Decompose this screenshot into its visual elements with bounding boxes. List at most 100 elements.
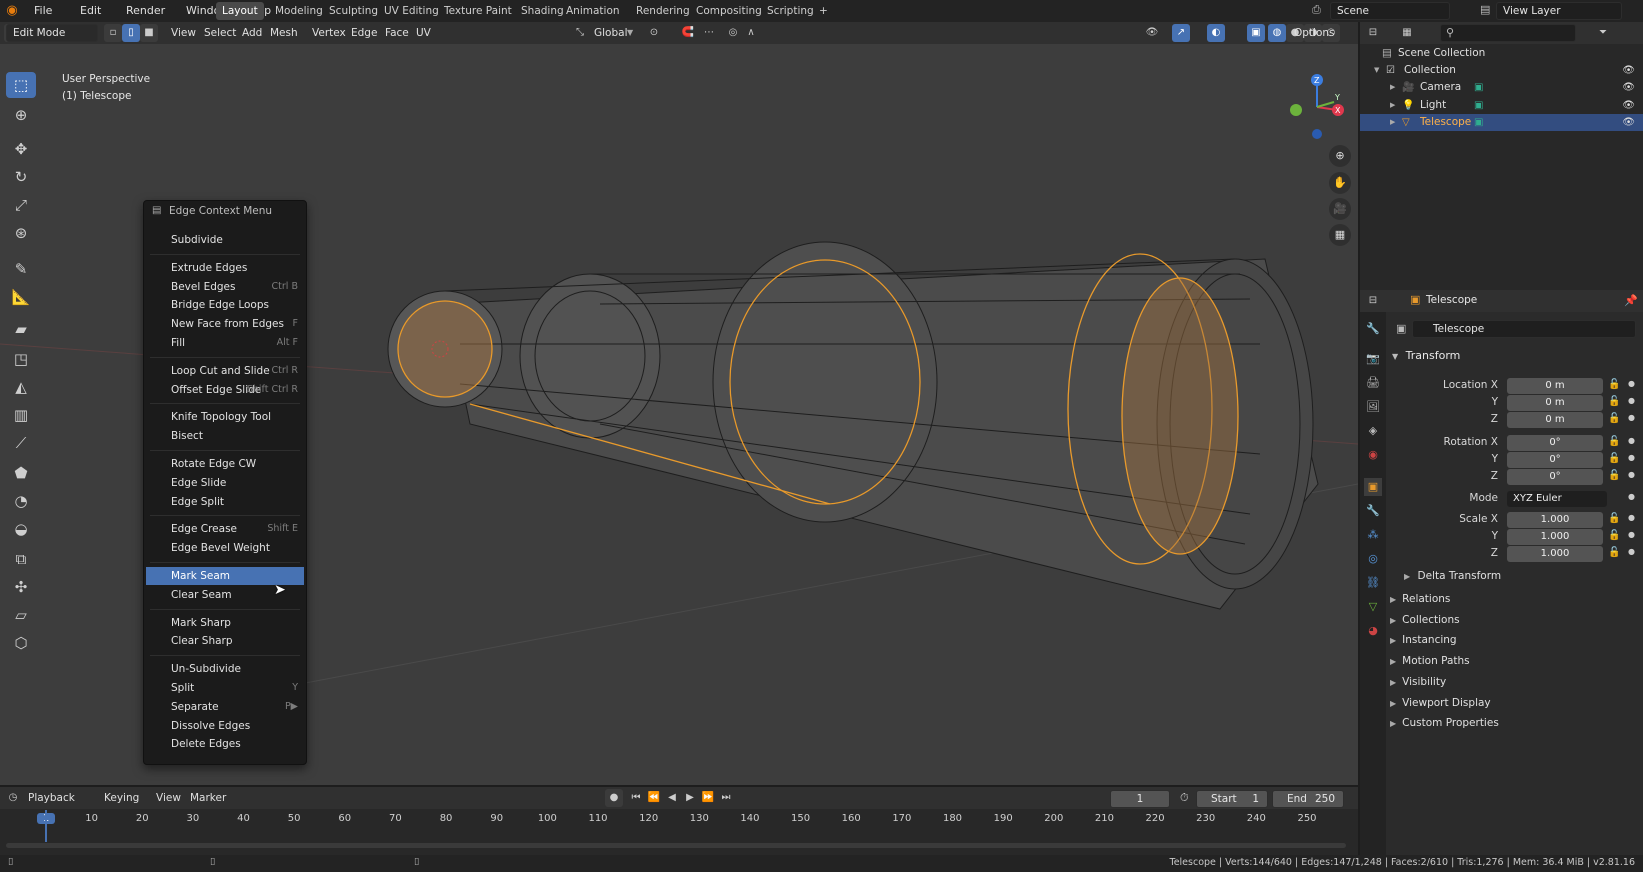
menu-item-loop-cut-and-slide[interactable]: Loop Cut and Slide Ctrl R xyxy=(146,362,304,380)
chevron-right-icon[interactable]: ▶ xyxy=(1390,79,1395,96)
orientation-icon[interactable]: ⤡ xyxy=(571,24,589,42)
lock-icon[interactable]: 🔓 xyxy=(1608,396,1620,407)
vertex-select-icon[interactable]: ▫ xyxy=(104,24,122,42)
scene-field[interactable]: Scene xyxy=(1330,2,1450,20)
menu-render[interactable]: Render xyxy=(126,0,165,22)
timeline-menu-marker[interactable]: Marker xyxy=(186,789,230,807)
workspace-tab-+[interactable]: + xyxy=(813,2,834,20)
menu-item-bisect[interactable]: Bisect xyxy=(146,427,304,445)
viewport-menu-face[interactable]: Face xyxy=(381,24,413,42)
bevel-tool-icon[interactable]: ◭ xyxy=(6,374,36,400)
wireframe-shading-icon[interactable]: ◍ xyxy=(1268,24,1286,42)
keyframe-dot-icon[interactable]: ● xyxy=(1628,379,1635,388)
chevron-right-icon[interactable]: ▶ xyxy=(1390,97,1395,114)
timeline-menu-playback[interactable]: Playback xyxy=(24,789,79,807)
cursor-tool-icon[interactable]: ⊕ xyxy=(6,102,36,128)
menu-item-subdivide[interactable]: Subdivide xyxy=(146,231,304,249)
scene-icon[interactable]: ⎙ xyxy=(1312,3,1321,17)
current-frame-field[interactable]: 1 xyxy=(1110,790,1170,808)
lock-icon[interactable]: 🔓 xyxy=(1608,530,1620,541)
record-icon[interactable]: ● xyxy=(605,789,623,807)
annotate-tool-icon[interactable]: ✎ xyxy=(6,256,36,282)
panel-instancing[interactable]: ▶ Instancing xyxy=(1390,631,1635,650)
ortho-toggle-icon[interactable]: ▦ xyxy=(1329,224,1351,246)
rotate-tool-icon[interactable]: ↻ xyxy=(6,164,36,190)
viewport-menu-uv[interactable]: UV xyxy=(412,24,435,42)
viewport-menu-mesh[interactable]: Mesh xyxy=(266,24,302,42)
menu-item-split[interactable]: Split Y xyxy=(146,679,304,697)
pin-icon[interactable]: 📌 xyxy=(1624,294,1638,307)
rotation-mode-select[interactable]: XYZ Euler xyxy=(1507,491,1607,507)
workspace-tab-animation[interactable]: Animation xyxy=(560,2,626,20)
panel-visibility[interactable]: ▶ Visibility xyxy=(1390,673,1635,692)
smooth-tool-icon[interactable]: ◒ xyxy=(6,516,36,542)
material-tab-icon[interactable]: ◕ xyxy=(1364,622,1382,640)
menu-item-new-face-from-edges[interactable]: New Face from Edges F xyxy=(146,315,304,333)
chevron-right-icon[interactable]: ▶ xyxy=(1390,114,1395,131)
poly-build-tool-icon[interactable]: ⬟ xyxy=(6,460,36,486)
transform-panel-header[interactable]: ▼ Transform xyxy=(1392,346,1636,366)
blender-logo-icon[interactable]: ◉ xyxy=(4,3,20,19)
measure-tool-icon[interactable]: 📐 xyxy=(6,284,36,310)
outliner-search-input[interactable] xyxy=(1440,24,1576,42)
keyframe-dot-icon[interactable]: ● xyxy=(1628,547,1635,556)
loop-cut-tool-icon[interactable]: ▥ xyxy=(6,402,36,428)
outliner-item-light[interactable]: ▶ 💡 Light ▣ 👁 xyxy=(1360,97,1643,114)
face-select-icon[interactable]: ■ xyxy=(140,24,158,42)
panel-custom-properties[interactable]: ▶ Custom Properties xyxy=(1390,714,1635,733)
workspace-tab-sculpting[interactable]: Sculpting xyxy=(323,2,384,20)
menu-file[interactable]: File xyxy=(34,0,52,22)
zoom-icon[interactable]: ⊕ xyxy=(1329,145,1351,167)
property-value-field[interactable]: 0° xyxy=(1507,435,1603,451)
eye-icon[interactable]: 👁 xyxy=(1622,79,1635,96)
keyframe-dot-icon[interactable]: ● xyxy=(1628,470,1635,479)
display-mode-icon[interactable]: ▦ xyxy=(1398,24,1416,42)
edge-select-icon[interactable]: ▯ xyxy=(122,24,140,42)
move-tool-icon[interactable]: ✥ xyxy=(6,136,36,162)
menu-item-knife-topology-tool[interactable]: Knife Topology Tool xyxy=(146,408,304,426)
constraint-tab-icon[interactable]: ⛓ xyxy=(1364,574,1382,592)
select-box-tool-icon[interactable]: ⬚ xyxy=(6,72,36,98)
play-reverse-icon[interactable]: ◀ xyxy=(663,789,681,807)
menu-item-fill[interactable]: Fill Alt F xyxy=(146,334,304,352)
xray-icon[interactable]: ▣ xyxy=(1247,24,1265,42)
menu-item-mark-sharp[interactable]: Mark Sharp xyxy=(146,614,304,632)
panel-viewport-display[interactable]: ▶ Viewport Display xyxy=(1390,694,1635,713)
workspace-tab-uv-editing[interactable]: UV Editing xyxy=(378,2,445,20)
menu-item-extrude-edges[interactable]: Extrude Edges xyxy=(146,259,304,277)
property-value-field[interactable]: 0 m xyxy=(1507,412,1603,428)
pivot-icon[interactable]: ⊙ xyxy=(645,24,663,42)
outliner-editor-icon[interactable]: ⊟ xyxy=(1364,24,1382,42)
menu-item-edge-bevel-weight[interactable]: Edge Bevel Weight xyxy=(146,539,304,557)
keyframe-dot-icon[interactable]: ● xyxy=(1628,530,1635,539)
overlay-icon[interactable]: ◐ xyxy=(1207,24,1225,42)
property-value-field[interactable]: 0 m xyxy=(1507,378,1603,394)
timeline-scrollbar[interactable] xyxy=(6,843,1346,848)
menu-item-bevel-edges[interactable]: Bevel Edges Ctrl B xyxy=(146,278,304,296)
viewport-menu-view[interactable]: View xyxy=(167,24,200,42)
properties-editor-icon[interactable]: ⊟ xyxy=(1364,292,1382,310)
extrude-tool-icon[interactable]: ▰ xyxy=(6,316,36,342)
spin-tool-icon[interactable]: ◔ xyxy=(6,488,36,514)
filter-icon[interactable]: ⏷ xyxy=(1594,24,1612,42)
view-layer-field[interactable]: View Layer xyxy=(1496,2,1622,20)
tool-tab-icon[interactable]: 🔧 xyxy=(1364,320,1382,338)
lock-icon[interactable]: 🔓 xyxy=(1608,547,1620,558)
mode-select[interactable]: Edit Mode xyxy=(6,24,98,42)
lock-icon[interactable]: 🔓 xyxy=(1608,470,1620,481)
eye-icon[interactable]: 👁 xyxy=(1622,62,1635,79)
end-frame-field[interactable]: End 250 xyxy=(1272,790,1344,808)
panel-collections[interactable]: ▶ Collections xyxy=(1390,611,1635,630)
timeline-menu-keying[interactable]: Keying xyxy=(100,789,143,807)
object-name-field[interactable]: Telescope xyxy=(1412,320,1636,338)
scene-collection-row[interactable]: ▤ Scene Collection xyxy=(1360,45,1643,62)
menu-item-clear-sharp[interactable]: Clear Sharp xyxy=(146,632,304,650)
workspace-tab-compositing[interactable]: Compositing xyxy=(690,2,768,20)
property-value-field[interactable]: 1.000 xyxy=(1507,512,1603,528)
object-data-icon[interactable]: ▣ xyxy=(1474,97,1483,114)
object-data-icon[interactable]: ▣ xyxy=(1474,79,1483,96)
camera-view-icon[interactable]: 🎥 xyxy=(1329,198,1351,220)
edge-slide-tool-icon[interactable]: ⧉ xyxy=(6,546,36,572)
menu-item-edge-slide[interactable]: Edge Slide xyxy=(146,474,304,492)
eye-icon[interactable]: 👁 xyxy=(1622,97,1635,114)
